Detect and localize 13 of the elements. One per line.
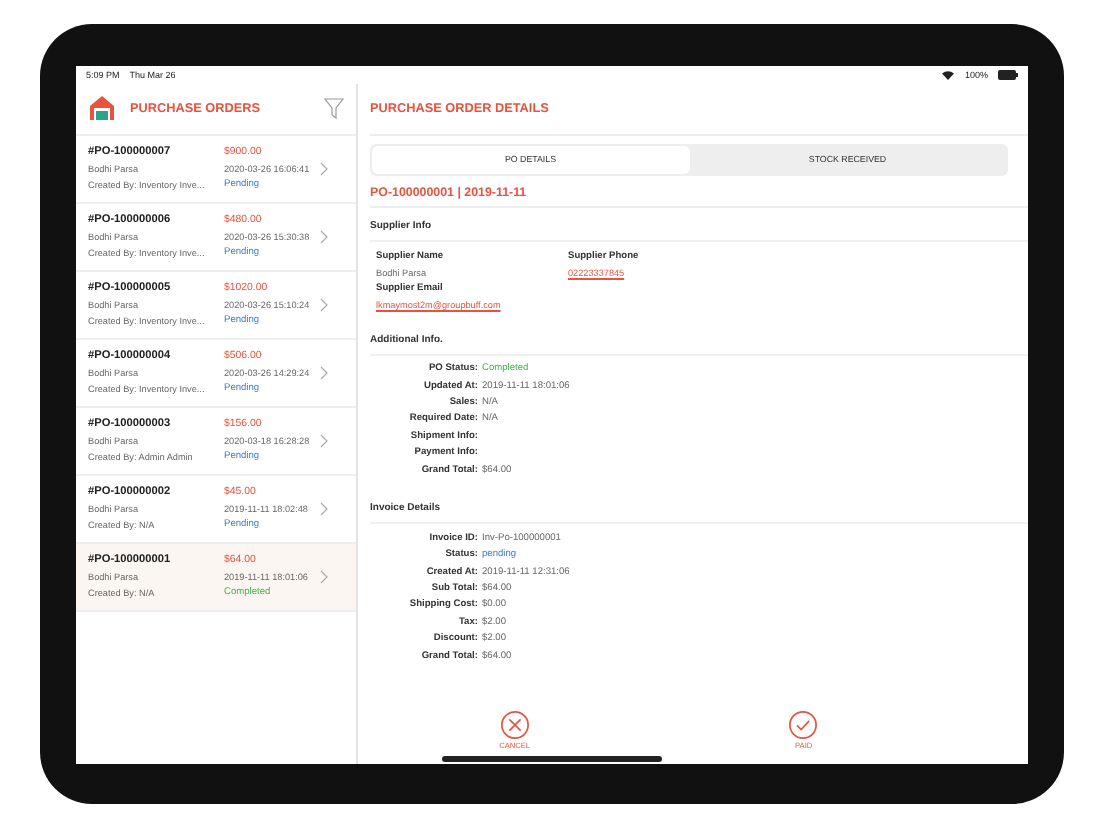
chevron-right-icon — [320, 501, 328, 516]
battery-icon — [998, 69, 1018, 79]
chevron-right-icon — [320, 569, 328, 584]
chevron-right-icon — [320, 297, 328, 312]
chevron-right-icon — [320, 433, 328, 448]
close-icon — [499, 709, 530, 739]
checkmark-icon — [788, 709, 819, 739]
chevron-right-icon — [320, 365, 328, 380]
chevron-right-icon — [320, 229, 328, 244]
warehouse-icon — [88, 94, 116, 122]
wifi-icon — [942, 69, 955, 79]
chevron-right-icon — [320, 161, 328, 176]
filter-icon[interactable] — [324, 97, 344, 119]
